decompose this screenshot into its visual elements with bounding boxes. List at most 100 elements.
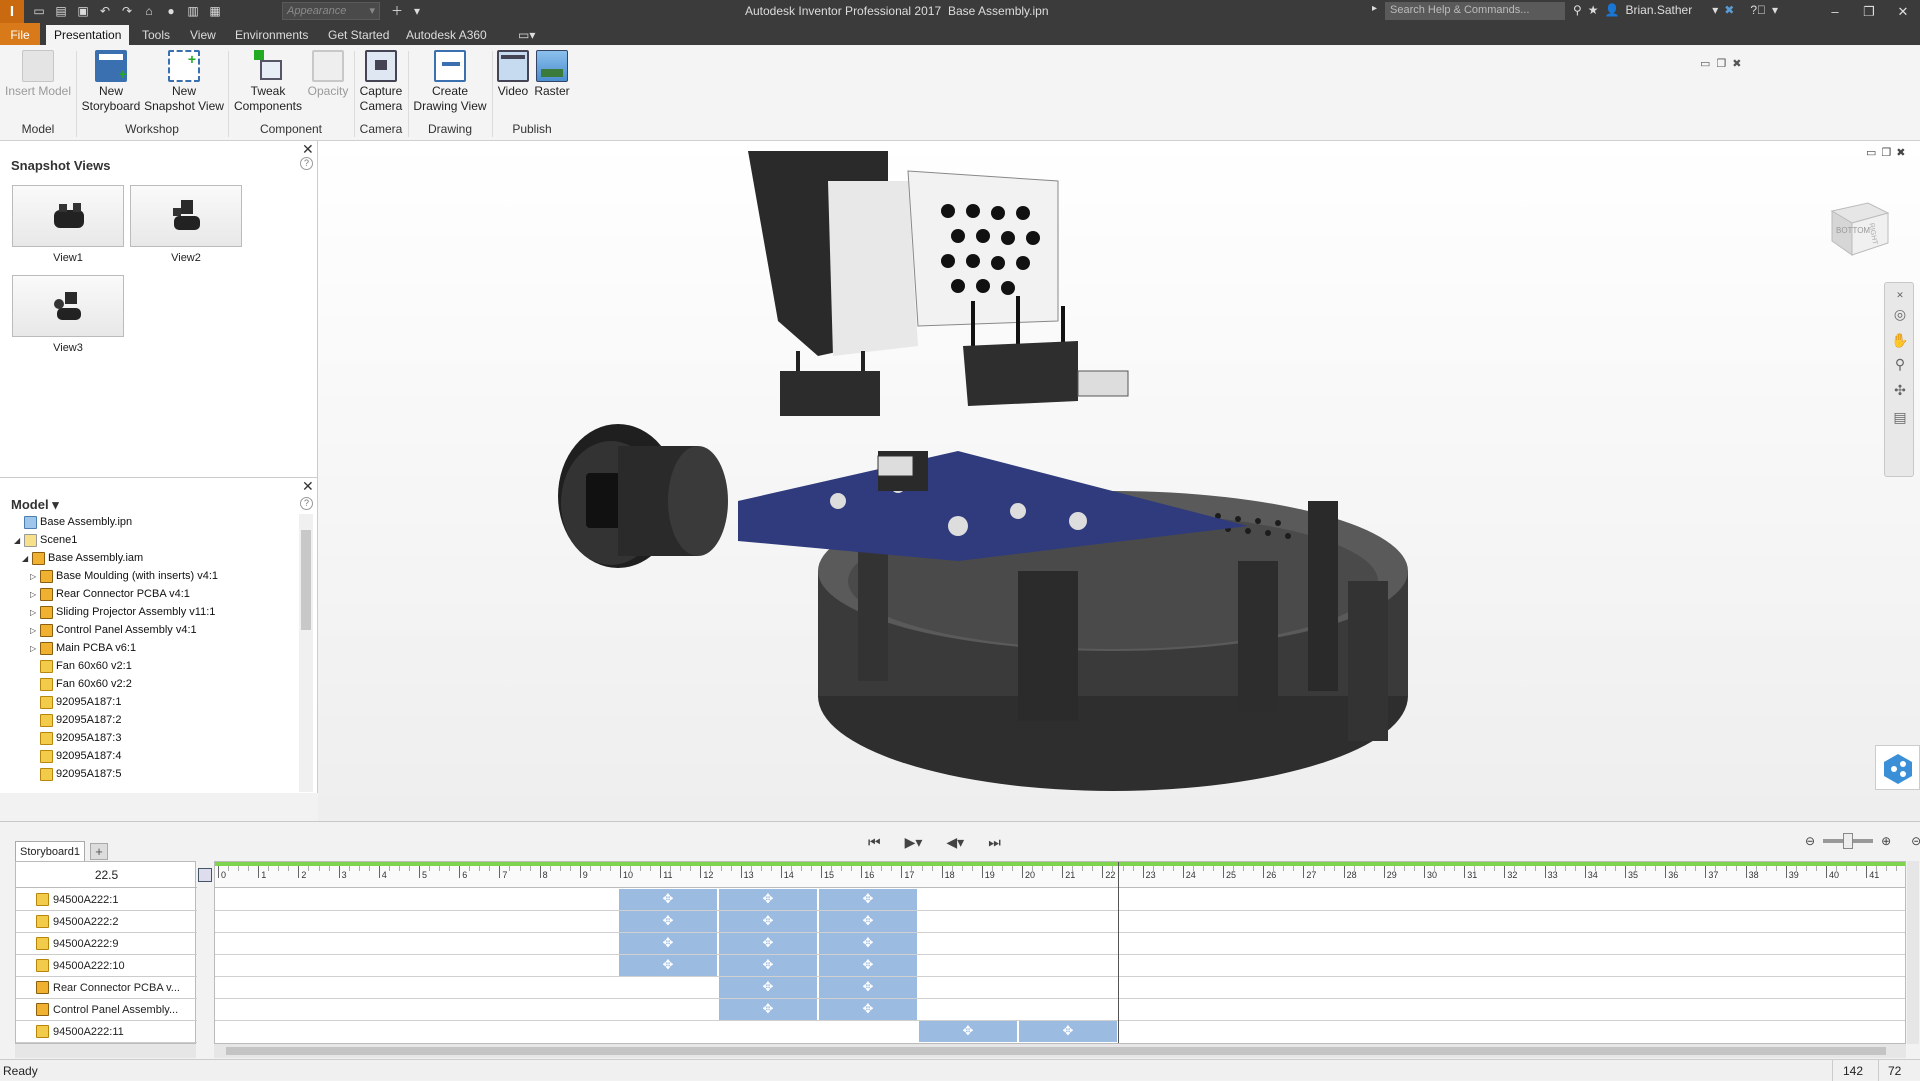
tab-autodesk-a360[interactable]: Autodesk A360 <box>398 25 495 45</box>
collapse-triangle-icon[interactable]: ▷ <box>30 644 40 653</box>
tweak-action[interactable] <box>718 933 818 954</box>
chevron-down-icon[interactable]: ▾ <box>1772 3 1778 17</box>
tweak-action[interactable] <box>1018 1021 1118 1042</box>
collapse-triangle-icon[interactable]: ▷ <box>30 608 40 617</box>
tree-item[interactable]: 92095A187:1 <box>30 693 121 711</box>
create-drawing-view-button[interactable]: Create Drawing View <box>410 50 490 114</box>
model-browser-title[interactable]: Model ▾ <box>11 497 59 513</box>
orbit-icon[interactable]: ✣ <box>1891 381 1909 399</box>
timeline-zoom-slider[interactable] <box>1823 833 1874 849</box>
tree-item[interactable]: 92095A187:4 <box>30 747 121 765</box>
minimize-icon[interactable]: ▭ <box>1866 147 1881 159</box>
tab-presentation[interactable]: Presentation <box>46 25 130 45</box>
timeline-horizontal-scrollbar[interactable] <box>214 1044 1906 1058</box>
timeline-row[interactable]: Rear Connector PCBA v... <box>16 977 197 999</box>
navbar-close-icon[interactable]: ✕ <box>1891 286 1909 304</box>
tree-item[interactable]: ▷ Rear Connector PCBA v4:1 <box>30 585 190 603</box>
restore-icon[interactable]: ❐ <box>1716 58 1732 70</box>
tree-item[interactable]: ◢ Base Assembly.iam <box>22 549 143 567</box>
tweak-action[interactable] <box>918 1021 1018 1042</box>
go-to-end-icon[interactable]: ⏭ <box>988 834 1001 851</box>
zoom-icon[interactable]: ⚲ <box>1891 355 1909 373</box>
new-snapshot-view-button[interactable]: + New Snapshot View <box>144 50 224 114</box>
timeline-ruler[interactable]: 0 1 2 3 4 5 6 7 8 9 10 11 12 13 14 15 16 17 18 19 20 21 22 23 24… <box>215 862 1905 888</box>
tweak-action[interactable] <box>818 955 918 976</box>
zoom-in-icon[interactable]: ⊕ <box>1881 834 1891 848</box>
tweak-action[interactable] <box>818 889 918 910</box>
close-icon[interactable]: ✕ <box>1886 0 1920 23</box>
insert-model-button[interactable]: Insert Model <box>4 50 72 99</box>
help-icon[interactable]: ? <box>300 157 313 170</box>
timeline-row[interactable]: 94500A222:2 <box>16 911 197 933</box>
collapse-triangle-icon[interactable]: ▷ <box>30 572 40 581</box>
tab-tools[interactable]: Tools <box>134 25 178 45</box>
update-icon[interactable]: ▥ <box>184 3 202 20</box>
redo-icon[interactable]: ↷ <box>118 3 136 20</box>
tweak-action[interactable] <box>618 889 718 910</box>
plus-icon[interactable]: ＋ <box>388 3 406 20</box>
tweak-action[interactable] <box>718 911 818 932</box>
graphics-viewport[interactable] <box>318 141 1920 821</box>
storyboard-tab[interactable]: Storyboard1 <box>15 841 85 861</box>
go-to-start-icon[interactable]: ⏮ <box>868 834 881 851</box>
snapshot-thumbnail-view2[interactable] <box>130 185 242 247</box>
new-storyboard-button[interactable]: + New Storyboard <box>80 50 142 114</box>
component-list-scrollbar[interactable] <box>15 1044 196 1058</box>
home-icon[interactable]: ⌂ <box>140 3 158 20</box>
tree-item[interactable]: ▷ Sliding Projector Assembly v11:1 <box>30 603 215 621</box>
tree-item[interactable]: 92095A187:2 <box>30 711 121 729</box>
select-icon[interactable]: ▦ <box>206 3 224 20</box>
current-time-field[interactable]: 22.5 <box>16 862 197 888</box>
tweak-action[interactable] <box>818 933 918 954</box>
snapshot-thumbnail-view3[interactable] <box>12 275 124 337</box>
timeline-row[interactable]: 94500A222:9 <box>16 933 197 955</box>
zoom-out-icon[interactable]: ⊖ <box>1805 834 1815 848</box>
minimize-icon[interactable]: ▭ <box>1700 58 1716 70</box>
camera-options-icon[interactable]: ▭▾ <box>510 25 543 45</box>
tree-item[interactable]: ◢ Scene1 <box>14 531 77 549</box>
tree-item[interactable]: 92095A187:3 <box>30 729 121 747</box>
collapse-triangle-icon[interactable]: ▷ <box>30 590 40 599</box>
tweak-action[interactable] <box>718 889 818 910</box>
inventor-logo-icon[interactable]: I <box>0 0 24 23</box>
timeline-vertical-scrollbar[interactable] <box>1907 861 1919 1044</box>
exploded-assembly-model[interactable] <box>318 141 1920 821</box>
timeline-row[interactable]: 94500A222:1 <box>16 889 197 911</box>
tree-item[interactable]: ▷ Control Panel Assembly v4:1 <box>30 621 197 639</box>
capture-camera-button[interactable]: Capture Camera <box>356 50 406 114</box>
expand-triangle-icon[interactable]: ◢ <box>14 536 24 545</box>
opacity-button[interactable]: Opacity <box>306 50 350 99</box>
add-storyboard-button[interactable]: + <box>90 843 108 860</box>
tweak-action[interactable] <box>618 955 718 976</box>
restore-icon[interactable]: ❐ <box>1881 147 1896 159</box>
tweak-action[interactable] <box>618 933 718 954</box>
timeline-row[interactable]: 94500A222:10 <box>16 955 197 977</box>
help-icon[interactable]: ? <box>300 497 313 510</box>
appearance-dropdown[interactable]: Appearance ▾ <box>282 2 380 20</box>
tweak-action[interactable] <box>718 999 818 1020</box>
help-icon[interactable]: ?⃝ <box>1750 3 1766 17</box>
timeline-row[interactable]: Control Panel Assembly... <box>16 999 197 1021</box>
tab-file[interactable]: File <box>0 23 40 45</box>
favorites-icon[interactable]: ★ <box>1588 3 1599 17</box>
snapshot-thumbnail-view1[interactable] <box>12 185 124 247</box>
user-icon[interactable]: 👤 <box>1605 3 1620 17</box>
tweak-action[interactable] <box>618 911 718 932</box>
restore-icon[interactable]: ❐ <box>1852 0 1886 23</box>
tree-scrollbar-thumb[interactable] <box>301 530 311 630</box>
raster-button[interactable]: Raster <box>534 50 570 99</box>
close-icon[interactable]: ✖ <box>1732 58 1747 70</box>
tweak-action[interactable] <box>818 911 918 932</box>
play-reverse-icon[interactable]: ◀▾ <box>946 834 964 851</box>
close-icon[interactable]: ✕ <box>302 478 314 495</box>
material-icon[interactable]: ● <box>162 3 180 20</box>
timeline-playhead[interactable] <box>1118 862 1119 1043</box>
look-at-icon[interactable]: ▤ <box>1891 408 1909 426</box>
tweak-action[interactable] <box>818 999 918 1020</box>
video-button[interactable]: Video <box>494 50 532 99</box>
expand-triangle-icon[interactable]: ◢ <box>22 554 32 563</box>
tree-item[interactable]: ▷ Base Moulding (with inserts) v4:1 <box>30 567 218 585</box>
steering-wheel-icon[interactable]: ◎ <box>1891 305 1909 323</box>
share-view-button[interactable] <box>1875 745 1920 790</box>
timeline-row[interactable]: 94500A222:11 <box>16 1021 197 1043</box>
